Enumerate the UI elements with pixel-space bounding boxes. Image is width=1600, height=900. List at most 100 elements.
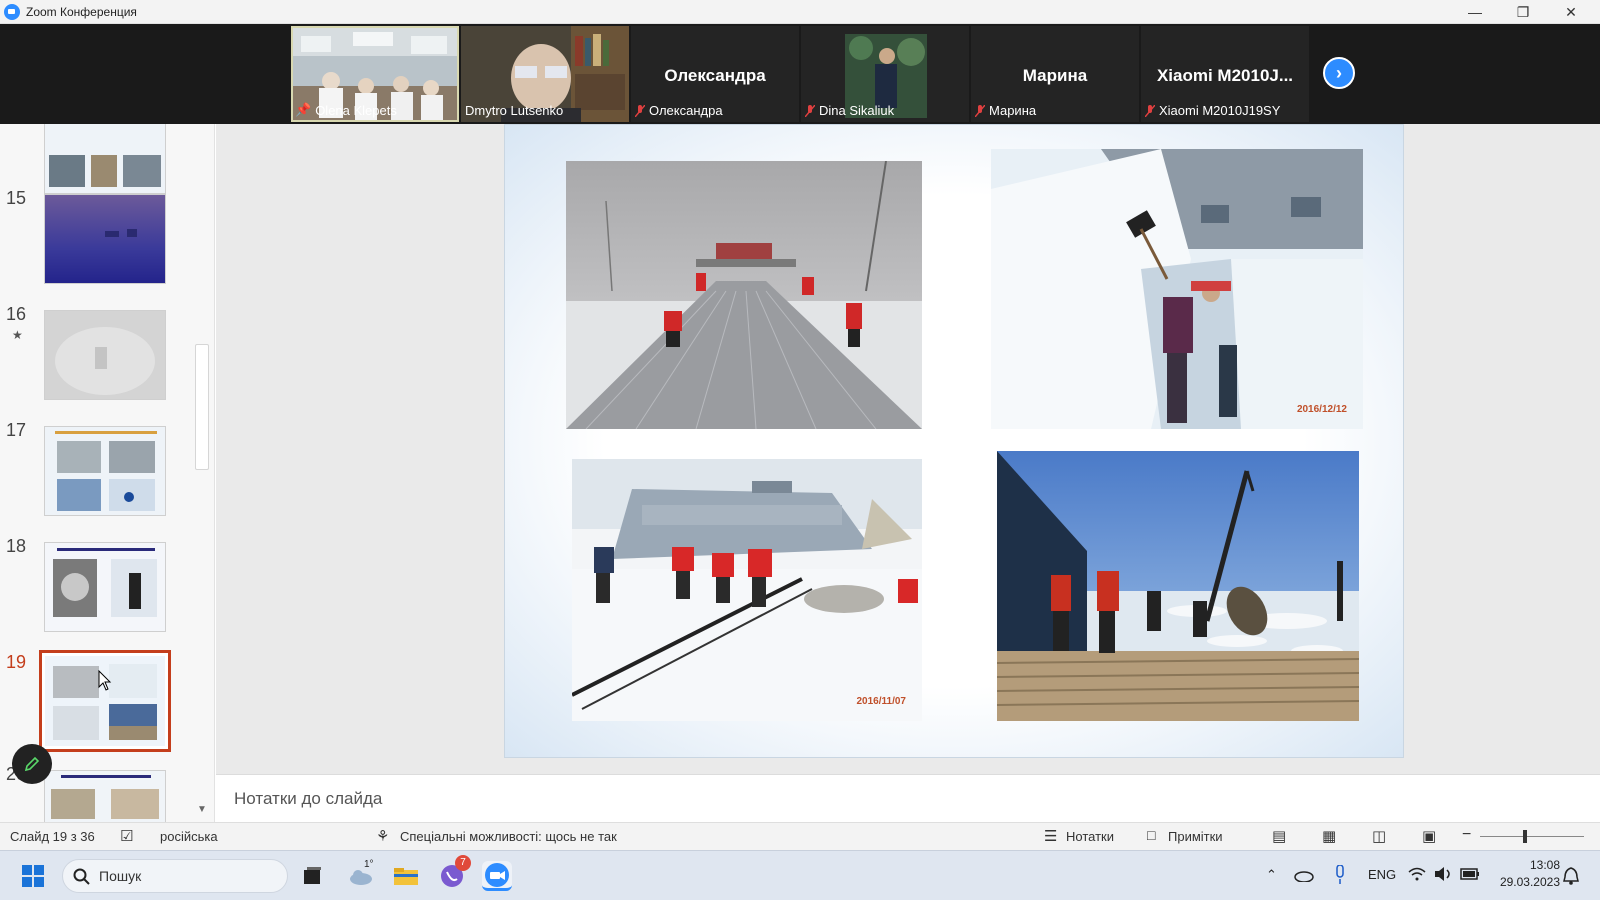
search-label: Пошук — [99, 868, 142, 884]
accessibility-status[interactable]: Спеціальні можливості: щось не так — [400, 829, 617, 844]
input-language-indicator[interactable]: ENG — [1368, 867, 1396, 882]
zoom-logo-icon — [4, 3, 20, 20]
scroll-down-arrow-icon[interactable]: ▼ — [195, 804, 209, 818]
close-button[interactable]: ✕ — [1548, 0, 1594, 24]
windows-taskbar: Пошук 1° 7 ⌃ ENG 13:08 29.03.2023 — [0, 850, 1600, 900]
slide-thumbnail-19[interactable] — [39, 650, 171, 752]
windows-logo-icon — [22, 865, 44, 887]
minimize-button[interactable]: — — [1452, 0, 1498, 24]
participant-tile-dina[interactable]: Dina Sikaliuk — [801, 26, 969, 122]
system-clock[interactable]: 13:08 29.03.2023 — [1490, 857, 1560, 891]
slide-photo-team-pulling: 2016/11/07 — [572, 459, 922, 721]
slide-thumbnail-18[interactable] — [44, 542, 166, 632]
spellcheck-icon[interactable]: ☑ — [120, 827, 133, 845]
taskbar-search[interactable]: Пошук — [62, 859, 288, 893]
pen-tool-button[interactable] — [12, 744, 52, 784]
file-explorer-button[interactable] — [391, 861, 421, 891]
slide-preview — [45, 124, 165, 193]
comments-toggle-button[interactable]: Примітки — [1168, 829, 1223, 844]
notification-bell-icon[interactable] — [1562, 866, 1580, 886]
notes-icon: ☰ — [1044, 828, 1058, 845]
slide-thumbnail-14[interactable] — [44, 124, 166, 194]
slideshow-icon[interactable]: ▣ — [1422, 827, 1436, 845]
participant-tile-dmytro[interactable]: Dmytro Lutsenko — [461, 26, 629, 122]
show-hidden-icons-button[interactable]: ⌃ — [1266, 867, 1277, 883]
search-icon — [73, 868, 90, 885]
animation-star-icon: ★ — [12, 328, 23, 342]
participant-tile-maryna[interactable]: Марина Марина — [971, 26, 1139, 122]
zoom-out-button[interactable]: − — [1462, 826, 1471, 844]
onedrive-icon[interactable] — [1294, 868, 1314, 882]
pencil-icon — [24, 756, 40, 772]
slide-preview — [45, 771, 165, 822]
participant-display-name: Олександра — [664, 66, 766, 85]
slide-thumbnail-16[interactable] — [44, 310, 166, 400]
slide-preview — [45, 427, 165, 515]
participant-tile-xiaomi[interactable]: Xiaomi M2010J... Xiaomi M2010J19SY — [1141, 26, 1309, 122]
chevron-right-icon: › — [1336, 62, 1342, 83]
slide-thumbnails-panel: 15 16 ★ 17 18 19 ▼ — [0, 124, 215, 822]
scrollbar-thumb[interactable] — [195, 344, 209, 470]
window-title: Zoom Конференция — [26, 4, 137, 19]
speaker-icon[interactable] — [1434, 866, 1454, 882]
slide-number: 16 — [6, 304, 27, 324]
language-indicator[interactable]: російська — [160, 829, 218, 844]
battery-icon[interactable] — [1460, 867, 1480, 881]
participant-name-label: Марина — [975, 103, 1036, 118]
reading-view-icon[interactable]: ◫ — [1372, 827, 1386, 845]
task-view-icon — [304, 867, 321, 884]
thumbnails-scrollbar[interactable]: ▼ — [192, 124, 212, 822]
status-bar: Слайд 19 з 36 ☑ російська ⚘ Спеціальні м… — [0, 822, 1600, 850]
slide-thumbnail-15[interactable] — [44, 194, 166, 284]
slide-number: 17 — [6, 420, 27, 440]
zoom-slider-track[interactable] — [1480, 836, 1584, 837]
wifi-icon[interactable] — [1408, 867, 1426, 881]
photo-image — [991, 149, 1363, 429]
muted-mic-icon — [1145, 104, 1155, 117]
pin-icon: 📌 — [295, 102, 312, 117]
weather-temperature: 1° — [364, 859, 374, 870]
slide-counter: Слайд 19 з 36 — [10, 829, 95, 844]
slide-photo-crane — [997, 451, 1359, 721]
slide-preview — [45, 195, 165, 283]
task-view-button[interactable] — [297, 861, 327, 891]
participant-display-name: Марина — [1022, 66, 1088, 85]
zoom-slider-thumb[interactable] — [1523, 830, 1527, 843]
notes-toggle-button[interactable]: Нотатки — [1066, 829, 1114, 844]
slide-preview — [45, 543, 165, 631]
slide-notes-area[interactable]: Нотатки до слайда — [216, 774, 1600, 822]
comment-icon: □ — [1147, 827, 1156, 843]
weather-widget[interactable]: 1° — [346, 859, 376, 891]
slide-number: 15 — [6, 188, 27, 208]
mouse-cursor-icon — [98, 670, 112, 691]
current-slide: 2016/12/12 2016/11/07 — [504, 124, 1404, 758]
participant-tile-olena[interactable]: 📌 Olena Klepets — [291, 26, 459, 122]
participant-name-label: Олександра — [635, 103, 723, 118]
slide-photo-roof — [566, 161, 922, 429]
gallery-next-button[interactable]: › — [1323, 57, 1355, 89]
slide-number: 18 — [6, 536, 27, 556]
clock-time: 13:08 — [1529, 858, 1560, 872]
title-bar: Zoom Конференция — ❐ ✕ — [0, 0, 1600, 24]
normal-view-icon[interactable]: ▤ — [1272, 827, 1286, 845]
viber-button[interactable]: 7 — [437, 855, 471, 891]
photo-date-stamp: 2016/12/12 — [1296, 404, 1347, 415]
photo-image — [572, 459, 922, 721]
photo-image — [997, 451, 1359, 721]
participant-name-label: 📌 Olena Klepets — [295, 102, 397, 118]
muted-mic-icon — [975, 104, 985, 117]
participant-tile-oleksandra[interactable]: Олександра Олександра — [631, 26, 799, 122]
slide-thumbnail-17[interactable] — [44, 426, 166, 516]
muted-mic-icon — [635, 104, 645, 117]
participant-name-label: Xiaomi M2010J19SY — [1145, 103, 1280, 118]
slide-sorter-icon[interactable]: ▦ — [1322, 827, 1336, 845]
zoom-app-button[interactable] — [482, 861, 512, 891]
restore-button[interactable]: ❐ — [1500, 0, 1546, 24]
participant-display-name: Xiaomi M2010J... — [1156, 66, 1294, 85]
clock-date: 29.03.2023 — [1499, 875, 1560, 889]
windows-start-button[interactable] — [18, 861, 48, 891]
slide-thumbnail-20[interactable] — [44, 770, 166, 822]
zoom-app-icon — [485, 862, 509, 887]
participant-gallery: 📌 Olena Klepets Dmytro Lutsenko Олександ… — [0, 24, 1600, 124]
microphone-icon[interactable] — [1334, 865, 1346, 885]
